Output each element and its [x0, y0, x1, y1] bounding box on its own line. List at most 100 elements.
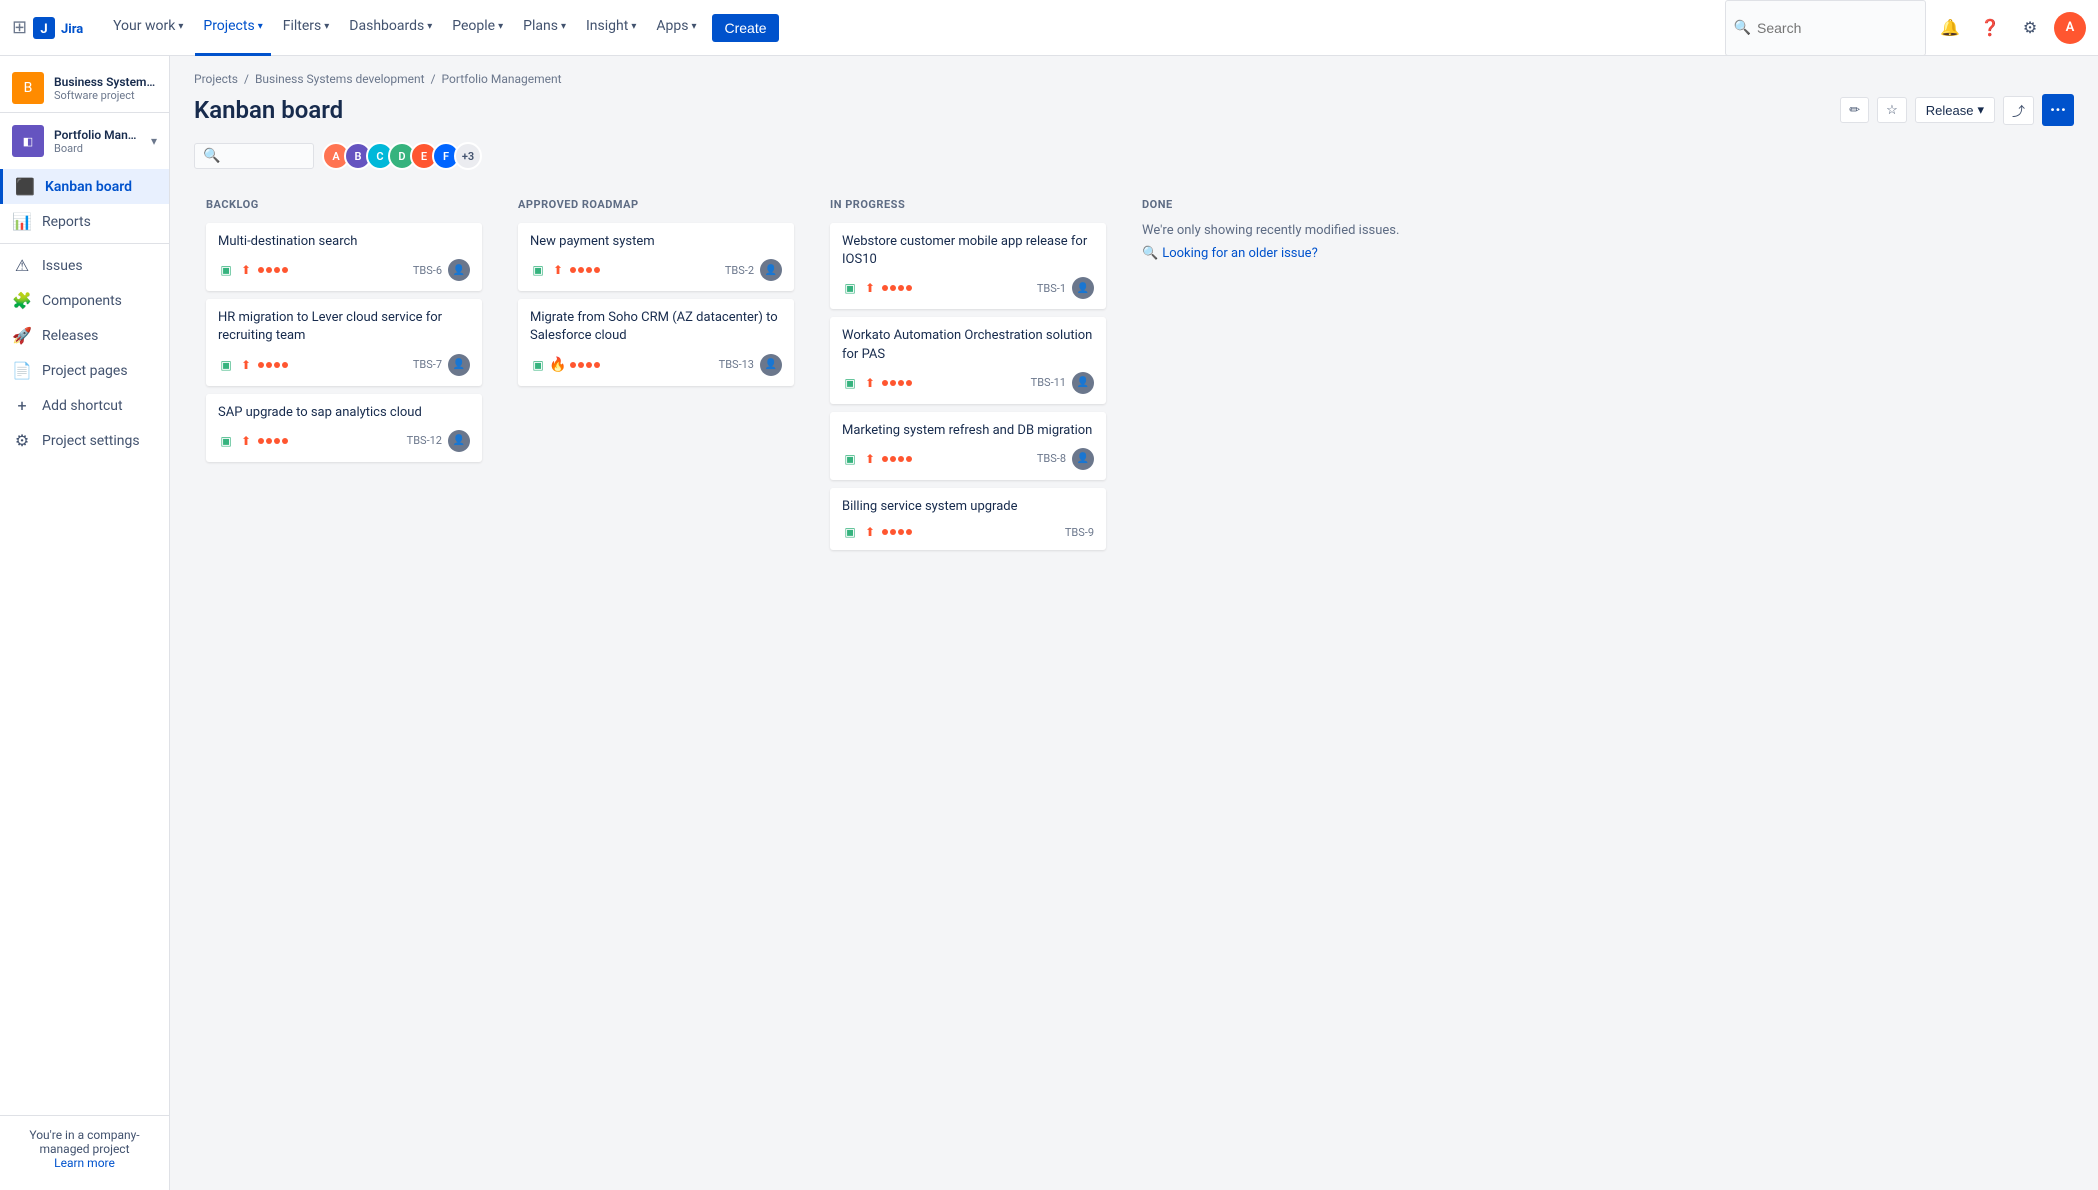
search-icon: 🔍 [1734, 20, 1751, 36]
story-icon: ▣ [842, 280, 858, 296]
more-icon: ··· [2050, 100, 2066, 121]
column-header-backlog: BACKLOG [206, 198, 482, 211]
settings-button[interactable]: ⚙ [2014, 12, 2046, 44]
story-points [258, 267, 288, 273]
star-icon: ☆ [1886, 102, 1898, 118]
pencil-icon: ✏ [1849, 102, 1860, 118]
search-icon: 🔍 [203, 148, 220, 164]
search-input[interactable] [1757, 20, 1917, 36]
story-points [258, 362, 288, 368]
nav-filters[interactable]: Filters ▾ [275, 0, 338, 56]
card-tbs-7[interactable]: HR migration to Lever cloud service for … [206, 299, 482, 385]
components-icon: 🧩 [12, 291, 32, 310]
jira-wordmark: J Jira [33, 17, 93, 39]
story-points [258, 438, 288, 444]
create-button[interactable]: Create [712, 14, 778, 42]
breadcrumb-projects[interactable]: Projects [194, 72, 238, 86]
column-done: DONE We're only showing recently modifie… [1130, 186, 1430, 273]
priority-icon: ⬆ [862, 375, 878, 391]
breadcrumb-bsd[interactable]: Business Systems development [255, 72, 425, 86]
app-logo[interactable]: ⊞ J Jira [12, 17, 93, 39]
assignee-avatar: 👤 [448, 354, 470, 376]
assignee-avatar: 👤 [1072, 277, 1094, 299]
priority-icon: ⬆ [862, 524, 878, 540]
priority-icon: ⬆ [238, 433, 254, 449]
older-issues-link[interactable]: 🔍 Looking for an older issue? [1142, 246, 1418, 261]
avatar-group: A B C D E F +3 [322, 142, 482, 170]
nav-dashboards[interactable]: Dashboards ▾ [341, 0, 440, 56]
nav-people[interactable]: People ▾ [444, 0, 511, 56]
sidebar-item-project-settings[interactable]: ⚙ Project settings [0, 423, 169, 458]
card-tbs-13[interactable]: Migrate from Soho CRM (AZ datacenter) to… [518, 299, 794, 385]
board-search-input[interactable] [224, 149, 304, 164]
sidebar-item-add-shortcut[interactable]: + Add shortcut [0, 388, 169, 423]
project-1-info: Business Systems dev... Software project [54, 75, 157, 102]
story-icon: ▣ [530, 357, 546, 373]
svg-text:J: J [40, 22, 47, 37]
main-content: Projects / Business Systems development … [170, 56, 2098, 1190]
card-tbs-6[interactable]: Multi-destination search ▣ ⬆ TBS-6 👤 [206, 223, 482, 291]
nav-right-actions: 🔍 🔔 ❓ ⚙ A [1725, 0, 2086, 56]
priority-icon: ⬆ [862, 451, 878, 467]
release-button[interactable]: Release ▾ [1915, 97, 1995, 123]
add-icon: + [12, 396, 32, 415]
card-tbs-9[interactable]: Billing service system upgrade ▣ ⬆ TBS-9 [830, 488, 1106, 550]
card-tbs-2[interactable]: New payment system ▣ ⬆ TBS-2 👤 [518, 223, 794, 291]
page-actions: ✏ ☆ Release ▾ ⤴ ··· [1840, 94, 2074, 126]
nav-your-work[interactable]: Your work ▾ [105, 0, 191, 56]
nav-plans[interactable]: Plans ▾ [515, 0, 574, 56]
board-filters: 🔍 A B C D E F +3 [194, 142, 2074, 170]
help-button[interactable]: ❓ [1974, 12, 2006, 44]
story-points [882, 285, 912, 291]
card-tbs-11[interactable]: Workato Automation Orchestration solutio… [830, 317, 1106, 403]
assignee-avatar: 👤 [760, 259, 782, 281]
nav-projects[interactable]: Projects ▾ [195, 0, 270, 56]
chevron-down-icon: ▾ [427, 21, 432, 32]
sidebar-item-reports[interactable]: 📊 Reports [0, 204, 169, 239]
avatar-count[interactable]: +3 [454, 142, 482, 170]
story-points [570, 267, 600, 273]
more-options-button[interactable]: ··· [2042, 94, 2074, 126]
notifications-button[interactable]: 🔔 [1934, 12, 1966, 44]
story-icon: ▣ [218, 262, 234, 278]
board-search[interactable]: 🔍 [194, 143, 314, 169]
sidebar: B Business Systems dev... Software proje… [0, 56, 170, 1190]
column-approved: APPROVED ROADMAP New payment system ▣ ⬆ … [506, 186, 806, 406]
project-1-icon: B [12, 72, 44, 104]
card-tbs-1[interactable]: Webstore customer mobile app release for… [830, 223, 1106, 309]
svg-text:◧: ◧ [23, 135, 33, 148]
priority-icon: ⬆ [862, 280, 878, 296]
assignee-avatar: 👤 [1072, 372, 1094, 394]
chevron-down-icon: ▾ [631, 21, 636, 32]
learn-more-link[interactable]: Learn more [54, 1156, 115, 1170]
column-inprogress: IN PROGRESS Webstore customer mobile app… [818, 186, 1118, 570]
board-icon: ⬛ [15, 177, 35, 196]
user-avatar[interactable]: A [2054, 12, 2086, 44]
sidebar-item-components[interactable]: 🧩 Components [0, 283, 169, 318]
sidebar-project-2[interactable]: ◧ Portfolio Manage... Board ▾ [0, 117, 169, 165]
global-search[interactable]: 🔍 [1725, 0, 1926, 56]
sidebar-item-project-pages[interactable]: 📄 Project pages [0, 353, 169, 388]
column-header-inprogress: IN PROGRESS [830, 198, 1106, 211]
edit-button[interactable]: ✏ [1840, 97, 1869, 123]
sidebar-item-issues[interactable]: ⚠ Issues [0, 248, 169, 283]
priority-icon: ⬆ [550, 262, 566, 278]
search-icon: 🔍 [1142, 246, 1158, 261]
sidebar-item-kanban-board[interactable]: ⬛ Kanban board [0, 169, 169, 204]
priority-icon: ⬆ [238, 357, 254, 373]
card-tbs-8[interactable]: Marketing system refresh and DB migratio… [830, 412, 1106, 480]
story-points [882, 380, 912, 386]
sidebar-item-releases[interactable]: 🚀 Releases [0, 318, 169, 353]
nav-insight[interactable]: Insight ▾ [578, 0, 644, 56]
assignee-avatar: 👤 [1072, 448, 1094, 470]
card-tbs-12[interactable]: SAP upgrade to sap analytics cloud ▣ ⬆ T… [206, 394, 482, 462]
nav-apps[interactable]: Apps ▾ [648, 0, 704, 56]
breadcrumb-portfolio[interactable]: Portfolio Management [442, 72, 562, 86]
assignee-avatar: 👤 [448, 430, 470, 452]
star-button[interactable]: ☆ [1877, 97, 1907, 123]
share-button[interactable]: ⤴ [2003, 96, 2034, 125]
sidebar-project-1[interactable]: B Business Systems dev... Software proje… [0, 64, 169, 113]
project-2-info: Portfolio Manage... Board [54, 128, 141, 155]
chevron-down-icon: ▾ [178, 21, 183, 32]
reports-icon: 📊 [12, 212, 32, 231]
